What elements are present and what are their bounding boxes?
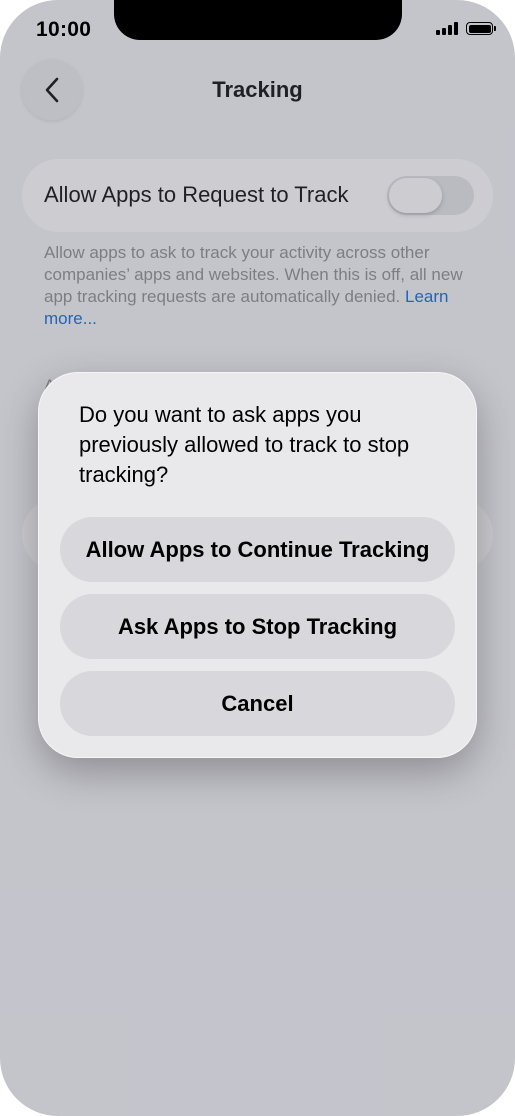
status-icons [436, 22, 496, 35]
cellular-signal-icon [436, 22, 458, 35]
tracking-alert-dialog: Do you want to ask apps you previously a… [38, 372, 477, 758]
battery-full-icon [466, 22, 496, 35]
phone-screen: Tracking Allow Apps to Request to Track … [0, 0, 515, 1116]
stop-tracking-button[interactable]: Ask Apps to Stop Tracking [60, 594, 455, 659]
status-time: 10:00 [36, 18, 92, 41]
continue-tracking-button[interactable]: Allow Apps to Continue Tracking [60, 517, 455, 582]
device-notch [114, 0, 402, 40]
status-bar: 10:00 [0, 0, 515, 60]
alert-message: Do you want to ask apps you previously a… [79, 402, 410, 487]
cancel-button[interactable]: Cancel [60, 671, 455, 736]
